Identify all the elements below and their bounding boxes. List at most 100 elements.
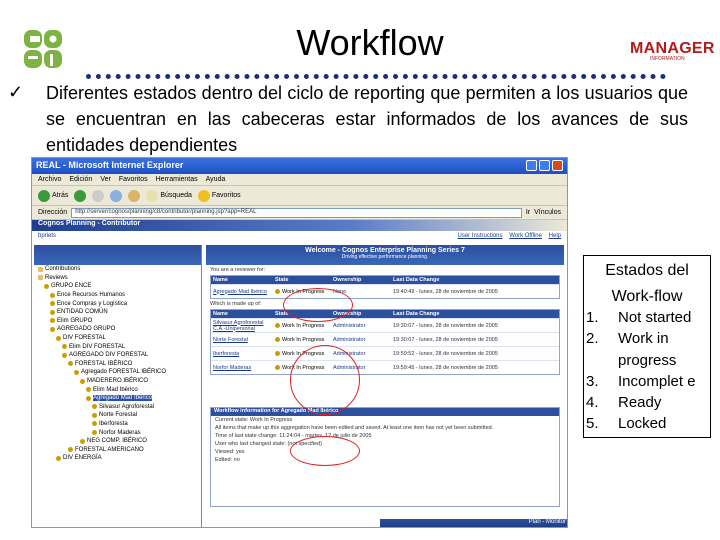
- entity-name-link[interactable]: Iberforesta: [211, 351, 275, 357]
- home-icon[interactable]: [128, 189, 141, 202]
- state-text: Work In Progress: [282, 322, 325, 329]
- bulb-icon: [275, 337, 280, 342]
- entity-name-link[interactable]: Norte Forestal: [211, 337, 275, 343]
- tree-item[interactable]: Reviews: [34, 274, 201, 283]
- tree-item-label: Elim GRUPO: [57, 317, 93, 324]
- reviewer-label: You are a reviewer for:: [210, 267, 266, 273]
- back-button[interactable]: Atrás: [38, 189, 68, 202]
- browser-titlebar: REAL - Microsoft Internet Explorer: [32, 158, 567, 174]
- bulb-icon: [50, 309, 55, 315]
- bulb-icon: [62, 352, 67, 358]
- user-instructions-link[interactable]: User Instructions: [458, 233, 503, 239]
- tree-item[interactable]: Elim DIV FORESTAL: [34, 342, 201, 351]
- tree-item[interactable]: NEG COMP. IBÉRICO: [34, 437, 201, 446]
- menu-edicion[interactable]: Edición: [69, 176, 92, 183]
- table-row[interactable]: Silvasur Agroforestal C.A.-Unipersonal Wo…: [211, 318, 559, 332]
- bulb-icon: [50, 318, 55, 324]
- tree-item-label: ENTIDAD COMÚN: [57, 309, 108, 316]
- welcome-subtitle: Driving effective performance planning.: [341, 254, 429, 260]
- tree-item[interactable]: FORESTAL AMERICANO: [34, 445, 201, 454]
- address-bar: Dirección http://server/cognos/planning/…: [32, 206, 567, 220]
- tree-item[interactable]: FORESTAL IBÉRICO: [34, 360, 201, 369]
- callout-title: Estados del Work-flow: [605, 262, 689, 305]
- tree-item[interactable]: DIV ENERGÍA: [34, 454, 201, 463]
- slide-title: Workflow: [296, 22, 444, 63]
- tree-item[interactable]: Contributions: [34, 265, 201, 274]
- tree-item[interactable]: Iberforesta: [34, 420, 201, 429]
- list-item: 3. Incomplet e: [586, 372, 696, 390]
- owner-cell[interactable]: Administrator: [333, 337, 393, 343]
- tree-item[interactable]: ENTIDAD COMÚN: [34, 308, 201, 317]
- made-up-of-label: Which is made up of:: [210, 301, 262, 307]
- tree-item[interactable]: DIV FORESTAL: [34, 334, 201, 343]
- tree-item-label: FORESTAL AMERICANO: [75, 446, 144, 453]
- bullet-text: Diferentes estados dentro del ciclo de r…: [46, 83, 688, 155]
- state-text: Work In Progress: [282, 336, 325, 343]
- menu-ayuda[interactable]: Ayuda: [206, 176, 226, 183]
- back-arrow-icon: [38, 189, 50, 202]
- bulb-icon: [74, 369, 79, 375]
- bulb-icon: [68, 361, 73, 367]
- search-icon: [146, 189, 159, 202]
- folder-icon: [38, 275, 43, 281]
- tree-item[interactable]: Ence Recursos Humanos: [34, 291, 201, 300]
- tree-item[interactable]: GRUPO ENCE: [34, 282, 201, 291]
- list-item: 1. Not started: [586, 309, 692, 326]
- list-item: 5. Locked: [586, 415, 667, 433]
- bulb-icon: [68, 447, 73, 453]
- links-label[interactable]: Vínculos: [534, 209, 561, 216]
- go-button[interactable]: Ir: [526, 209, 530, 216]
- tree-item-label: Iberforesta: [99, 420, 128, 427]
- tree-item[interactable]: Elim GRUPO: [34, 317, 201, 326]
- table-row[interactable]: Norfor Maderas Work In Progress Administra…: [211, 360, 559, 374]
- tree-item-label: Contributions: [45, 266, 81, 273]
- menu-favoritos[interactable]: Favoritos: [119, 176, 148, 183]
- last-change-cell: 19:30:07 - lunes, 28 de noviembre de 200…: [393, 322, 498, 329]
- workflow-panel-title: Workflow information for Agregado Mad Ib…: [211, 408, 559, 416]
- menu-herramientas[interactable]: Herramientas: [156, 176, 198, 183]
- last-change-cell: 19:59:45 - lunes, 28 de noviembre de 200…: [393, 364, 498, 371]
- tree-item[interactable]: Ence Compras y Logística: [34, 299, 201, 308]
- tree-item[interactable]: MADERERO IBÉRICO: [34, 377, 201, 386]
- tree-item-label: Ence Recursos Humanos: [57, 292, 126, 299]
- state-cell: Work In Progress: [275, 323, 333, 329]
- tree-item[interactable]: Silvasur Agroforestal: [34, 403, 201, 412]
- owner-cell[interactable]: Administrator: [333, 323, 393, 329]
- tree-item[interactable]: Norte Forestal: [34, 411, 201, 420]
- entity-name-link[interactable]: Silvasur Agroforestal C.A.-Unipersonal: [211, 320, 275, 332]
- title-dotted-rule: [86, 74, 666, 79]
- favorites-button[interactable]: Favoritos: [197, 189, 241, 202]
- main-panel: Welcome - Cognos Enterprise Planning Ser…: [206, 245, 567, 527]
- tree-item[interactable]: AGREGADO DIV FORESTAL: [34, 351, 201, 360]
- forward-arrow-icon[interactable]: [74, 189, 87, 202]
- entity-name-link[interactable]: Norfor Maderas: [211, 365, 275, 371]
- work-offline-link[interactable]: Work Offline: [509, 233, 542, 239]
- tree-item[interactable]: Elim Mad Ibérico: [34, 385, 201, 394]
- stop-icon[interactable]: [92, 189, 105, 202]
- bulb-icon: [56, 335, 61, 341]
- maximize-icon[interactable]: [539, 160, 550, 171]
- tree-item[interactable]: Agregado Mad Ibérico: [34, 394, 201, 403]
- table-row[interactable]: Agregado Mad Ibérico Work In Progress No…: [211, 284, 559, 298]
- tree-item[interactable]: Norfor Maderas: [34, 428, 201, 437]
- table-row[interactable]: Iberforesta Work In Progress Administrator…: [211, 346, 559, 360]
- address-input[interactable]: http://server/cognos/planning/c8/contrib…: [71, 207, 522, 218]
- last-change-cell: 19:30:07 - lunes, 28 de noviembre de 200…: [393, 336, 498, 343]
- tree-item[interactable]: Agregado FORESTAL IBÉRICO: [34, 368, 201, 377]
- children-grid: Name State Ownership Last Data Change Si…: [210, 309, 560, 375]
- tree-item[interactable]: AGREGADO GRUPO: [34, 325, 201, 334]
- close-icon[interactable]: [552, 160, 563, 171]
- minimize-icon[interactable]: [526, 160, 537, 171]
- table-row[interactable]: Norte Forestal Work In Progress Administra…: [211, 332, 559, 346]
- help-link[interactable]: Help: [549, 233, 561, 239]
- menu-ver[interactable]: Ver: [100, 176, 111, 183]
- bulb-icon: [275, 351, 280, 356]
- bulb-icon: [92, 430, 97, 436]
- menu-archivo[interactable]: Archivo: [38, 176, 61, 183]
- refresh-icon[interactable]: [110, 189, 123, 202]
- panel-line: User who last changed state: (not specif…: [215, 441, 323, 447]
- bulb-icon: [86, 395, 91, 401]
- search-button[interactable]: Búsqueda: [146, 189, 192, 202]
- bulb-icon: [50, 301, 55, 307]
- panel-state-highlight-ellipse: [290, 436, 360, 466]
